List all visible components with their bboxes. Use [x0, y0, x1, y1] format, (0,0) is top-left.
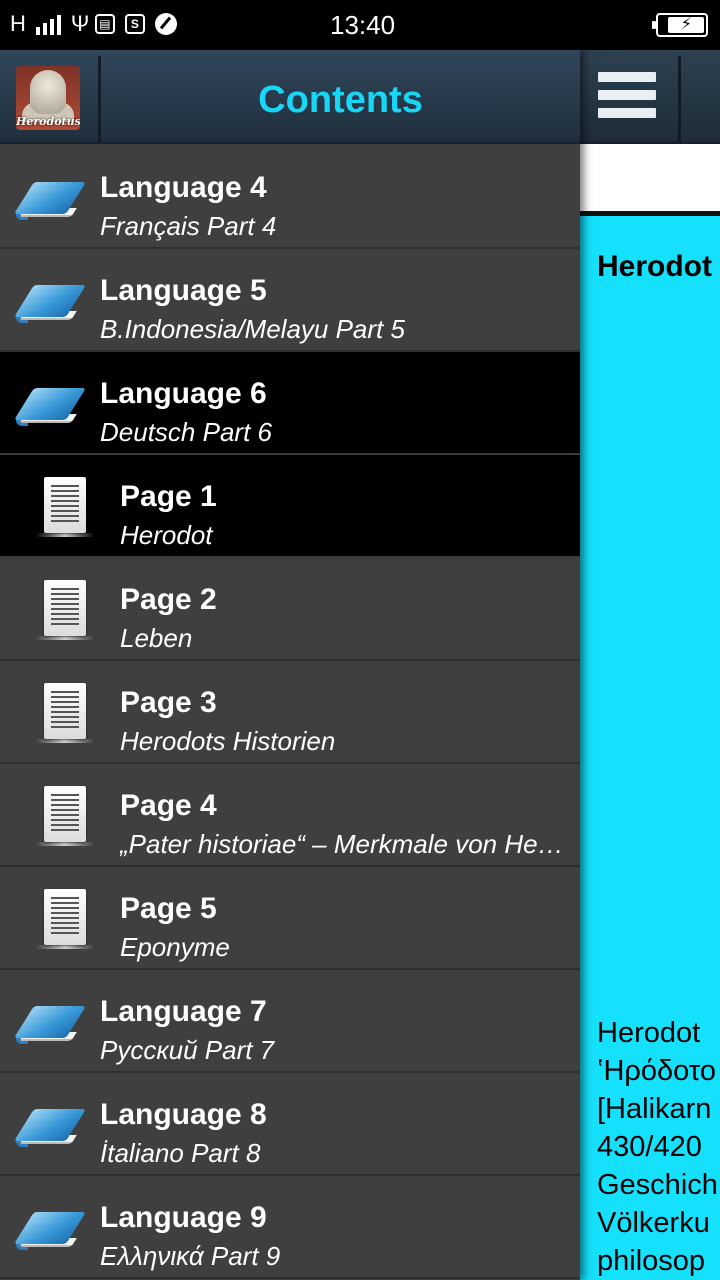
book-icon — [14, 384, 86, 432]
article-line: 430/420 — [597, 1131, 702, 1163]
main-content: Herodot Herodot ʽΗρόδοτο [Halikarn 430/4… — [580, 50, 720, 1280]
drawer-title: Contents — [258, 79, 423, 121]
page-icon — [36, 477, 94, 539]
toolbar-divider — [678, 56, 681, 142]
list-item[interactable]: Page 5 Eponyme — [0, 867, 580, 970]
list-item-subtitle: Herodot — [120, 520, 213, 550]
list-item-title: Page 1 — [120, 480, 217, 513]
list-item-subtitle: Herodots Historien — [120, 726, 336, 756]
circle-icon — [154, 13, 177, 35]
article-line: philosop — [597, 1245, 706, 1277]
article-line: Völkerku — [597, 1207, 710, 1239]
list-item-title: Language 9 — [100, 1201, 267, 1234]
contents-list: Language 4 Français Part 4 Language 5 B.Ind… — [0, 146, 580, 1279]
app-logo[interactable]: Herodotus — [16, 66, 80, 130]
list-item-title: Page 4 — [120, 789, 217, 822]
book-icon — [14, 281, 86, 329]
usb-icon: Ψ — [70, 11, 90, 36]
list-item-title: Language 8 — [100, 1098, 267, 1131]
clock: 13:40 — [330, 10, 396, 40]
hamburger-menu-icon[interactable] — [598, 72, 656, 126]
list-item-title: Language 4 — [100, 171, 267, 204]
list-item-subtitle: Ελληνικά Part 9 — [100, 1241, 281, 1271]
signal-icon — [35, 13, 61, 35]
article-body: Herodot ʽΗρόδοτο [Halikarn 430/420 Gesch… — [597, 1014, 718, 1280]
navigation-drawer: Herodotus Contents Language 4 Français Pa… — [0, 50, 580, 1280]
network-type: H — [10, 11, 26, 36]
book-icon — [14, 1002, 86, 1050]
status-left-icons: H Ψ ▤ S — [10, 11, 177, 37]
article-line: [Halikarn — [597, 1093, 712, 1125]
list-item[interactable]: Language 4 Français Part 4 — [0, 146, 580, 249]
status-bar: H Ψ ▤ S 13:40 ⚡ — [0, 0, 720, 50]
list-item-title: Language 7 — [100, 995, 267, 1028]
logo-text: Herodotus — [16, 115, 80, 128]
list-item[interactable]: Language 7 Русский Part 7 — [0, 970, 580, 1073]
ad-banner-area — [580, 144, 720, 216]
list-item[interactable]: Page 4 „Pater historiae“ – Merkmale von H… — [0, 764, 580, 867]
list-item[interactable]: Page 2 Leben — [0, 558, 580, 661]
list-item-subtitle: Français Part 4 — [100, 211, 277, 241]
list-item-subtitle: B.Indonesia/Melayu Part 5 — [100, 314, 405, 344]
main-toolbar — [580, 50, 720, 144]
page-icon — [36, 889, 94, 951]
list-item-subtitle: İtaliano Part 8 — [100, 1138, 261, 1168]
book-icon — [14, 1105, 86, 1153]
list-item-subtitle: Leben — [120, 623, 193, 653]
page-icon — [36, 683, 94, 745]
s-icon: S — [124, 14, 145, 34]
list-item-title: Page 5 — [120, 892, 217, 925]
list-item-subtitle: „Pater historiae“ – Merkmale von He… — [120, 829, 564, 859]
drawer-header: Herodotus Contents — [0, 50, 580, 144]
file-icon: ▤ — [94, 14, 115, 34]
list-item[interactable]: Language 6 Deutsch Part 6 — [0, 352, 580, 455]
page-icon — [36, 580, 94, 642]
list-item[interactable]: Language 8 İtaliano Part 8 — [0, 1073, 580, 1176]
article-line: Herodot — [597, 1017, 701, 1049]
list-item-subtitle: Eponyme — [120, 932, 230, 962]
page-icon — [36, 786, 94, 848]
book-icon — [14, 178, 86, 226]
list-item[interactable]: Page 3 Herodots Historien — [0, 661, 580, 764]
article-line: ʽΗρόδοτο — [597, 1055, 717, 1087]
list-item-subtitle: Deutsch Part 6 — [100, 417, 272, 447]
list-item-title: Page 2 — [120, 583, 217, 616]
list-item-title: Language 6 — [100, 377, 267, 410]
battery-icon: ⚡ — [652, 13, 708, 37]
article-heading: Herodot — [597, 250, 712, 283]
book-icon — [14, 1208, 86, 1256]
list-item-title: Page 3 — [120, 686, 217, 719]
list-item[interactable]: Page 1 Herodot — [0, 455, 580, 558]
list-item[interactable]: Language 5 B.Indonesia/Melayu Part 5 — [0, 249, 580, 352]
list-item-subtitle: Русский Part 7 — [100, 1035, 275, 1065]
list-item[interactable]: Language 9 Ελληνικά Part 9 — [0, 1176, 580, 1279]
article-line: Geschich — [597, 1169, 718, 1201]
list-item-title: Language 5 — [100, 274, 267, 307]
